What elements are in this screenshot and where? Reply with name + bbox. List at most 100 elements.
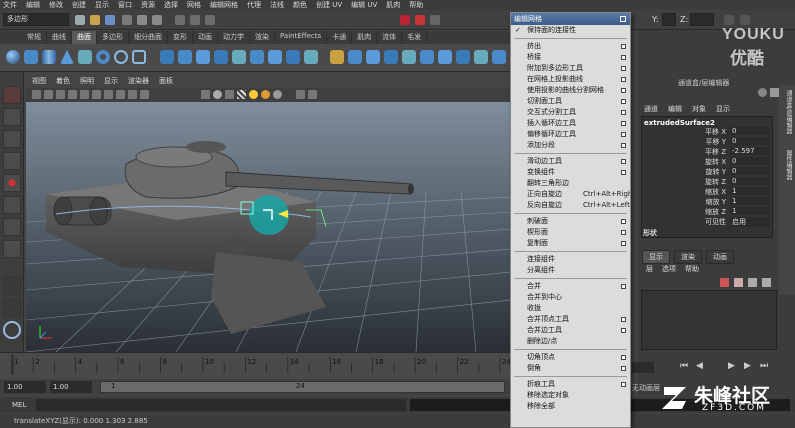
bevel-plus-icon[interactable] [304, 50, 318, 64]
menu-item[interactable]: 附加到多边形工具 [511, 63, 630, 74]
nurbs-plane-icon[interactable] [78, 50, 92, 64]
channel-row[interactable]: 缩放 Y 1 [700, 197, 770, 207]
menu-item[interactable]: 合并 [511, 281, 630, 292]
menu-item[interactable]: 删除边/点 [511, 336, 630, 347]
option-box-icon[interactable] [621, 55, 626, 60]
option-box-icon[interactable] [621, 230, 626, 235]
image-plane-icon[interactable] [56, 90, 65, 99]
snap-grid-icon[interactable] [175, 15, 185, 25]
time-slider[interactable]: 1 2 4 6 8 10 12 14 16 18 20 22 24 [0, 352, 512, 379]
channel-value[interactable]: 0 [730, 137, 770, 145]
revolve-icon[interactable] [160, 50, 174, 64]
option-box-icon[interactable] [621, 241, 626, 246]
channel-row[interactable]: 缩放 X 1 [700, 187, 770, 197]
intersect-icon[interactable] [348, 50, 362, 64]
current-time-indicator[interactable] [11, 355, 14, 375]
menubar-item[interactable]: 法线 [270, 0, 284, 10]
option-box-icon[interactable] [621, 159, 626, 164]
channel-value[interactable]: 0 [730, 157, 770, 165]
channel-row[interactable]: 平移 X 0 [700, 127, 770, 137]
menu-item[interactable]: 正向自旋边 Ctrl+Alt+Right [511, 189, 630, 200]
resolution-gate-icon[interactable] [92, 90, 101, 99]
option-box-icon[interactable] [621, 284, 626, 289]
channel-row[interactable]: 旋转 X 0 [700, 157, 770, 167]
shelf-tab[interactable]: 多边形 [97, 31, 129, 44]
menu-item[interactable]: 变换组件 [511, 167, 630, 178]
menu-item[interactable]: 分离组件 [511, 265, 630, 276]
channel-box-tab[interactable]: 显示 [716, 104, 730, 114]
extrude-icon[interactable] [214, 50, 228, 64]
smooth-shade-icon[interactable] [213, 90, 222, 99]
layer-menu-item[interactable]: 层 [646, 264, 653, 274]
boundary-icon[interactable] [250, 50, 264, 64]
channel-value[interactable]: 0 [730, 177, 770, 185]
option-box-icon[interactable] [621, 143, 626, 148]
wireframe-icon[interactable] [201, 90, 210, 99]
menubar-item[interactable]: 窗口 [118, 0, 132, 10]
option-box-icon[interactable] [621, 77, 626, 82]
object-name[interactable]: extrudedSurface2 [644, 119, 715, 127]
panel-toggle-icon[interactable] [770, 88, 779, 97]
shelf-tab[interactable]: 曲面 [72, 31, 97, 44]
channel-value[interactable]: 1 [730, 197, 770, 205]
film-gate-icon[interactable] [80, 90, 89, 99]
trim-icon[interactable] [366, 50, 380, 64]
menubar-item[interactable]: 修改 [49, 0, 63, 10]
menu-item[interactable]: 切割面工具 [511, 96, 630, 107]
toggle-attr-icon[interactable] [740, 15, 750, 25]
channel-row[interactable]: 旋转 Z 0 [700, 177, 770, 187]
lasso-tool-icon[interactable] [3, 108, 21, 126]
toggle-panel-icon[interactable] [724, 15, 734, 25]
attach-icon[interactable] [402, 50, 416, 64]
option-box-icon[interactable] [621, 170, 626, 175]
shelf-tab[interactable]: 曲线 [47, 31, 72, 44]
channel-value[interactable]: 0 [730, 127, 770, 135]
channel-box-tab[interactable]: 通道 [644, 104, 658, 114]
nurbs-torus-icon[interactable] [96, 50, 110, 64]
option-box-icon[interactable] [621, 317, 626, 322]
select-component-icon[interactable] [152, 15, 162, 25]
step-forward-icon[interactable]: ▶ [744, 361, 751, 371]
shelf-tab[interactable]: 肌肉 [352, 31, 378, 44]
grid-toggle-icon[interactable] [68, 90, 77, 99]
loft-icon[interactable] [178, 50, 192, 64]
four-view-icon[interactable] [3, 299, 21, 317]
option-box-icon[interactable] [621, 355, 626, 360]
side-tab-channel-box[interactable]: 通道盒/层编辑器 [781, 90, 793, 134]
menubar-item[interactable]: 创建 UV [316, 0, 342, 10]
menu-item[interactable]: 移除选定对象 [511, 390, 630, 401]
birail-icon[interactable] [232, 50, 246, 64]
channel-value[interactable]: 1 [730, 207, 770, 215]
menu-item[interactable]: 倒角 [511, 363, 630, 374]
layer-tab[interactable]: 动画 [706, 250, 734, 264]
shelf-tab[interactable]: 变形 [168, 31, 193, 44]
menubar-item[interactable]: 资源 [141, 0, 155, 10]
last-tool-icon[interactable] [3, 240, 21, 258]
menu-item[interactable]: 刺破面 [511, 216, 630, 227]
layout-icon[interactable] [758, 88, 767, 97]
channel-box-tab[interactable]: 对象 [692, 104, 706, 114]
viewport-menu-item[interactable]: 着色 [56, 76, 70, 88]
viewport-menu-item[interactable]: 显示 [104, 76, 118, 88]
option-box-icon[interactable] [621, 366, 626, 371]
channel-value[interactable]: -2.597 [730, 147, 770, 155]
menu-item[interactable]: 收拢 [511, 303, 630, 314]
option-box-icon[interactable] [621, 121, 626, 126]
option-box-icon[interactable] [621, 328, 626, 333]
bookmark-icon[interactable] [44, 90, 53, 99]
option-box-icon[interactable] [621, 132, 626, 137]
menu-item[interactable]: 翻转三角形边 [511, 178, 630, 189]
channel-row[interactable]: 平移 Y 0 [700, 137, 770, 147]
menu-item[interactable]: 移除全部 [511, 401, 630, 412]
menubar-item[interactable]: 显示 [95, 0, 109, 10]
menu-item[interactable]: 连接组件 [511, 254, 630, 265]
menu-item[interactable]: 切角顶点 [511, 352, 630, 363]
perspective-viewport[interactable] [26, 102, 511, 352]
channel-value[interactable]: 0 [730, 167, 770, 175]
mel-input[interactable] [36, 399, 406, 411]
isolate-icon[interactable] [296, 90, 305, 99]
bevel-icon[interactable] [286, 50, 300, 64]
menubar-item[interactable]: 编辑 [26, 0, 40, 10]
layer-tab[interactable]: 显示 [642, 250, 670, 264]
menubar-item[interactable]: 文件 [3, 0, 17, 10]
